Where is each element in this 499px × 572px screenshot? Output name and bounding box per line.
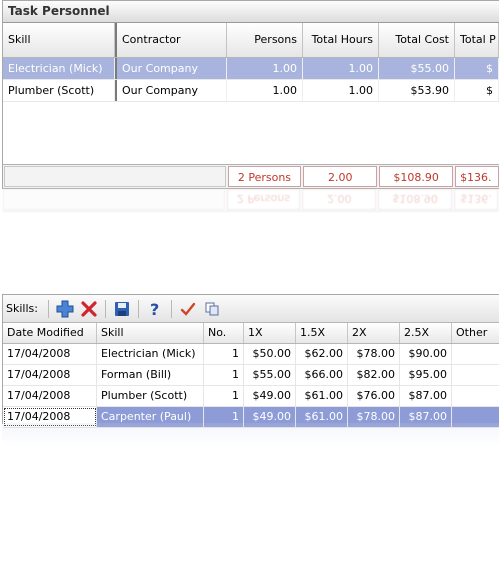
footer-blank xyxy=(4,166,226,187)
delete-icon[interactable] xyxy=(79,299,99,319)
cell-contractor: Our Company xyxy=(115,58,227,79)
footer-cost-total: $108.90 xyxy=(379,166,454,187)
cell-total-p: $ xyxy=(455,80,499,101)
cell-contractor: Our Company xyxy=(115,80,227,101)
cell-skill: Electrician (Mick) xyxy=(97,344,204,364)
cell-date: 17/04/2008 xyxy=(3,344,97,364)
cell-date: 17/04/2008 xyxy=(3,386,97,406)
reflected-footer: 2 Persons 2.00 $108.90 $136. xyxy=(2,188,499,212)
column-header-date-modified[interactable]: Date Modified xyxy=(3,323,97,343)
column-header-2-5x[interactable]: 2.5X xyxy=(400,323,452,343)
column-header-total-hours[interactable]: Total Hours xyxy=(303,23,379,57)
cell-other xyxy=(452,344,499,364)
column-header-skill[interactable]: Skill xyxy=(97,323,204,343)
cell-total-cost: $55.00 xyxy=(379,58,455,79)
table-row[interactable]: Plumber (Scott) Our Company 1.00 1.00 $5… xyxy=(3,80,499,102)
skills-grid-header: Date Modified Skill No. 1X 1.5X 2X 2.5X … xyxy=(3,323,499,344)
cell-1x: $49.00 xyxy=(244,386,296,406)
cell-no: 1 xyxy=(204,386,244,406)
table-row[interactable]: 17/04/2008 Plumber (Scott) 1 $49.00 $61.… xyxy=(3,386,499,407)
toolbar-separator xyxy=(137,299,139,318)
reflect-totalp: $136. xyxy=(454,189,498,210)
reflection-fade xyxy=(2,423,499,445)
toolbar-separator xyxy=(104,299,106,318)
cell-skill: Electrician (Mick) xyxy=(3,58,115,79)
table-row[interactable]: 17/04/2008 Electrician (Mick) 1 $50.00 $… xyxy=(3,344,499,365)
copy-icon[interactable] xyxy=(202,299,222,319)
column-header-1-5x[interactable]: 1.5X xyxy=(296,323,348,343)
skills-toolbar: Skills: ? xyxy=(3,295,499,323)
cell-no: 1 xyxy=(204,344,244,364)
skills-reflection xyxy=(2,423,499,445)
cell-date: 17/04/2008 xyxy=(3,365,97,385)
svg-text:?: ? xyxy=(150,300,159,318)
toolbar-separator xyxy=(170,299,172,318)
column-header-other[interactable]: Other xyxy=(452,323,499,343)
cell-total-cost: $53.90 xyxy=(379,80,455,101)
check-icon[interactable] xyxy=(178,299,198,319)
cell-2x: $76.00 xyxy=(348,386,400,406)
cell-1-5x: $61.00 xyxy=(296,386,348,406)
column-header-no[interactable]: No. xyxy=(204,323,244,343)
cell-2-5x: $87.00 xyxy=(400,386,452,406)
cell-1x: $55.00 xyxy=(244,365,296,385)
toolbar-separator xyxy=(47,299,49,318)
table-row[interactable]: Electrician (Mick) Our Company 1.00 1.00… xyxy=(3,58,499,80)
totals-footer: 2 Persons 2.00 $108.90 $136. xyxy=(3,164,499,188)
cell-2x: $78.00 xyxy=(348,344,400,364)
reflect-cost: $108.90 xyxy=(378,189,453,210)
footer-persons-total: 2 Persons xyxy=(227,166,302,187)
grid-header: Skill Contractor Persons Total Hours Tot… xyxy=(3,23,499,58)
cell-persons: 1.00 xyxy=(227,80,303,101)
skills-label: Skills: xyxy=(6,302,38,315)
cell-2-5x: $95.00 xyxy=(400,365,452,385)
column-header-skill[interactable]: Skill xyxy=(3,23,115,57)
footer-hours-total: 2.00 xyxy=(303,166,378,187)
cell-total-hours: 1.00 xyxy=(303,58,379,79)
cell-1-5x: $62.00 xyxy=(296,344,348,364)
column-header-2x[interactable]: 2X xyxy=(348,323,400,343)
cell-1-5x: $66.00 xyxy=(296,365,348,385)
cell-1x: $50.00 xyxy=(244,344,296,364)
skills-panel: Skills: ? Date Modified Skill No. 1X 1.5… xyxy=(2,294,499,428)
reflect-hours: 2.00 xyxy=(302,189,377,210)
cell-other xyxy=(452,386,499,406)
task-personnel-grid: Skill Contractor Persons Total Hours Tot… xyxy=(3,23,499,102)
footer-totalp-total: $136. xyxy=(455,166,499,187)
table-row[interactable]: 17/04/2008 Forman (Bill) 1 $55.00 $66.00… xyxy=(3,365,499,386)
cell-no: 1 xyxy=(204,365,244,385)
cell-skill: Plumber (Scott) xyxy=(3,80,115,101)
cell-total-hours: 1.00 xyxy=(303,80,379,101)
footer-reflection: 2 Persons 2.00 $108.90 $136. xyxy=(2,188,499,218)
cell-skill: Forman (Bill) xyxy=(97,365,204,385)
cell-total-p: $ xyxy=(455,58,499,79)
column-header-total-cost[interactable]: Total Cost xyxy=(379,23,455,57)
cell-2-5x: $90.00 xyxy=(400,344,452,364)
column-header-contractor[interactable]: Contractor xyxy=(115,23,227,57)
cell-persons: 1.00 xyxy=(227,58,303,79)
task-personnel-title: Task Personnel xyxy=(3,1,499,23)
reflect-blank xyxy=(3,189,225,210)
column-header-1x[interactable]: 1X xyxy=(244,323,296,343)
cell-other xyxy=(452,365,499,385)
task-personnel-panel: Task Personnel Skill Contractor Persons … xyxy=(2,0,499,189)
reflect-persons: 2 Persons xyxy=(226,189,301,210)
cell-2x: $82.00 xyxy=(348,365,400,385)
add-icon[interactable] xyxy=(55,299,75,319)
cell-skill: Plumber (Scott) xyxy=(97,386,204,406)
column-header-persons[interactable]: Persons xyxy=(227,23,303,57)
column-header-total-p[interactable]: Total P xyxy=(455,23,499,57)
help-icon[interactable]: ? xyxy=(145,299,165,319)
save-icon[interactable] xyxy=(112,299,132,319)
